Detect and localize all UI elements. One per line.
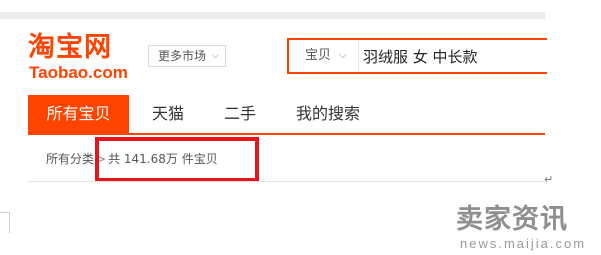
chevron-down-icon: ⌵ <box>211 50 219 61</box>
search-category-select[interactable]: 宝贝 ⌵ <box>289 40 359 72</box>
tab-second-hand[interactable]: 二手 <box>208 95 272 133</box>
taobao-logo[interactable]: 淘宝网 Taobao.com <box>28 33 136 83</box>
tab-all-items[interactable]: 所有宝贝 <box>28 95 129 133</box>
search-bar: 宝贝 ⌵ <box>287 38 547 74</box>
return-mark-icon: ↵ <box>544 173 554 186</box>
logo-chinese: 淘宝网 <box>28 32 112 63</box>
logo-english: Taobao.com <box>29 63 128 82</box>
watermark-english: news.maijia.com <box>460 236 587 251</box>
divider <box>28 181 545 182</box>
tab-tmall[interactable]: 天猫 <box>136 95 200 133</box>
watermark-chinese: 卖家资讯 <box>456 204 568 235</box>
search-tabs: 所有宝贝 天猫 二手 我的搜索 <box>28 95 545 135</box>
tab-my-searches[interactable]: 我的搜索 <box>283 95 373 133</box>
search-input[interactable] <box>363 42 543 70</box>
chevron-down-icon: ⌵ <box>339 50 347 61</box>
left-edge-bracket <box>0 212 10 233</box>
top-strip <box>0 12 545 19</box>
highlight-box <box>95 137 259 182</box>
more-markets-label: 更多市场 <box>158 49 207 63</box>
search-category-label: 宝贝 <box>305 48 332 63</box>
breadcrumb-all-categories[interactable]: 所有分类 <box>46 152 94 166</box>
more-markets-button[interactable]: 更多市场 ⌵ <box>148 45 226 67</box>
